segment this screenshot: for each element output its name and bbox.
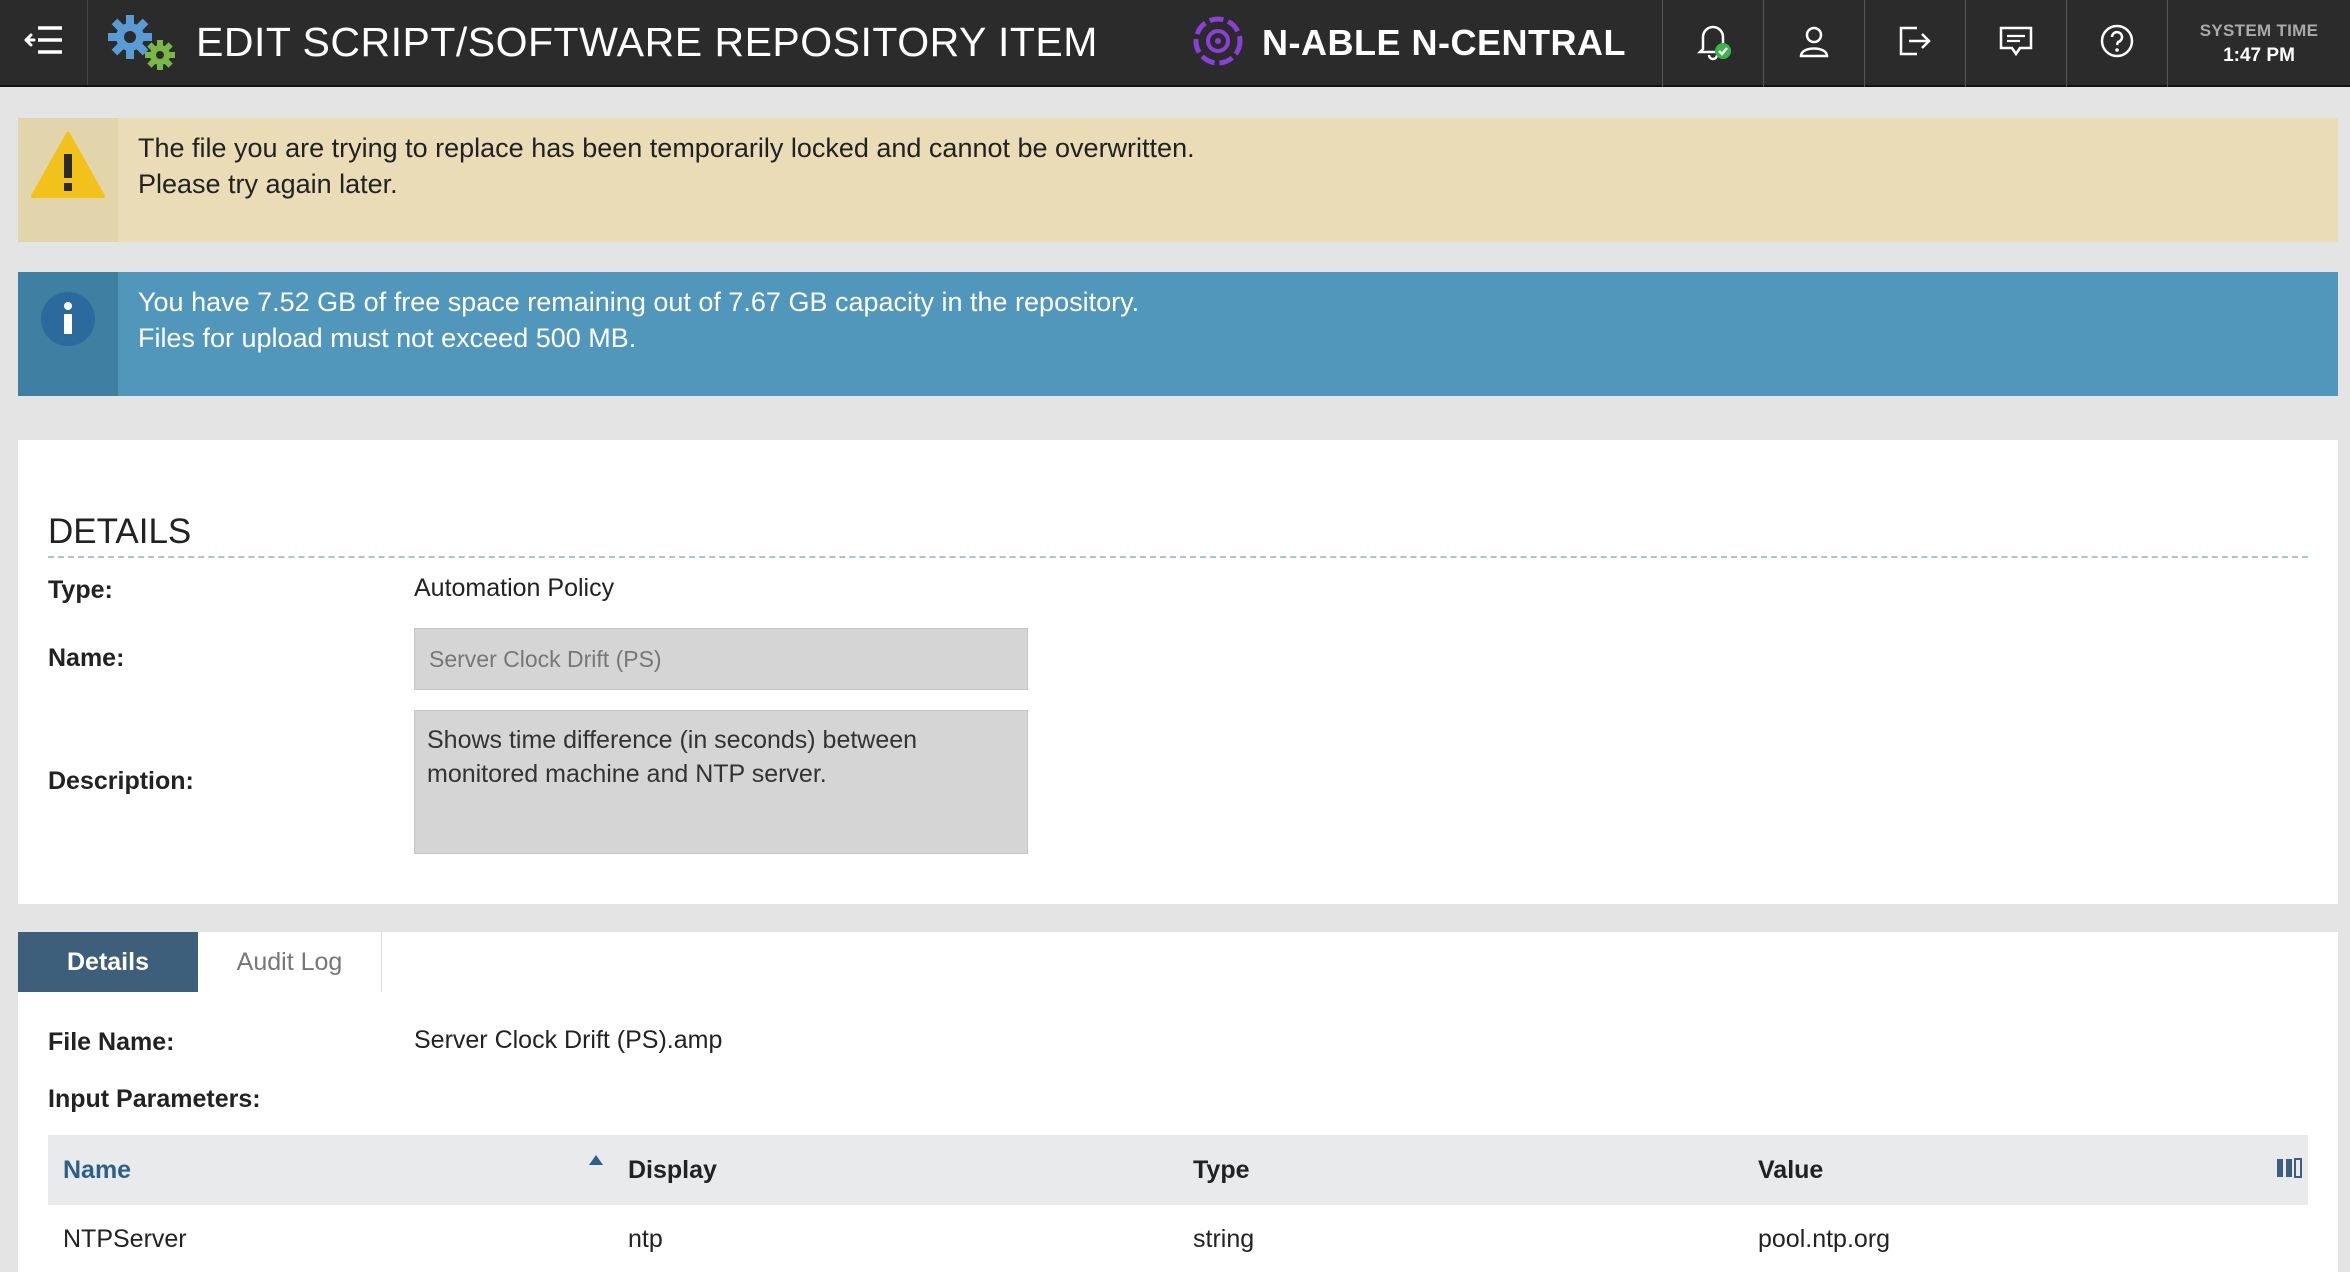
- brand-logo: N-ABLE N-CENTRAL: [1188, 10, 1626, 76]
- info-alert: You have 7.52 GB of free space remaining…: [18, 272, 2338, 396]
- table-row[interactable]: NTPServer ntp string pool.ntp.org: [48, 1205, 2308, 1272]
- type-label: Type:: [48, 576, 113, 604]
- tab-bar: Details Audit Log: [18, 932, 382, 992]
- feedback-icon: [1998, 24, 2034, 63]
- table-header: Name Display Type Value: [48, 1135, 2308, 1205]
- column-chooser-icon[interactable]: [2276, 1157, 2302, 1184]
- help-button[interactable]: [2066, 0, 2167, 87]
- input-parameters-table: Name Display Type Value NTPServer ntp st…: [48, 1135, 2308, 1272]
- help-icon: [2099, 23, 2135, 64]
- cell-type: string: [1193, 1225, 1255, 1253]
- info-icon: [39, 290, 97, 396]
- cell-name: NTPServer: [63, 1225, 187, 1253]
- user-icon: [1797, 24, 1831, 63]
- notifications-button[interactable]: [1662, 0, 1763, 87]
- brand-name: N-ABLE N-CENTRAL: [1262, 22, 1626, 63]
- column-header-value[interactable]: Value: [1758, 1156, 1823, 1185]
- info-message-line1: You have 7.52 GB of free space remaining…: [138, 287, 1140, 317]
- sort-ascending-icon[interactable]: [588, 1153, 604, 1171]
- details-section-title: DETAILS: [48, 512, 192, 551]
- column-header-display[interactable]: Display: [628, 1156, 717, 1185]
- name-field[interactable]: Server Clock Drift (PS): [414, 628, 1028, 690]
- info-message-line2: Files for upload must not exceed 500 MB.: [138, 323, 637, 353]
- description-label: Description:: [48, 767, 194, 795]
- column-header-name[interactable]: Name: [63, 1156, 131, 1185]
- warning-message-line2: Please try again later.: [138, 169, 398, 199]
- tab-audit-log[interactable]: Audit Log: [198, 932, 382, 992]
- feedback-button[interactable]: [1965, 0, 2066, 87]
- file-name-label: File Name:: [48, 1028, 175, 1056]
- cell-value: pool.ntp.org: [1758, 1225, 1891, 1253]
- warning-message-line1: The file you are trying to replace has b…: [138, 133, 1195, 163]
- notification-bell-icon: [1693, 21, 1733, 66]
- details-panel: DETAILS Type: Automation Policy Name: Se…: [18, 440, 2338, 904]
- column-header-type[interactable]: Type: [1193, 1156, 1250, 1185]
- warning-alert: The file you are trying to replace has b…: [18, 118, 2338, 242]
- logout-button[interactable]: [1864, 0, 1965, 87]
- cell-display: ntp: [628, 1225, 663, 1253]
- system-time: SYSTEM TIME 1:47 PM: [2167, 0, 2350, 87]
- user-profile-button[interactable]: [1763, 0, 1864, 87]
- name-label: Name:: [48, 644, 125, 672]
- input-parameters-label: Input Parameters:: [48, 1085, 261, 1113]
- menu-collapse-button[interactable]: [0, 0, 88, 85]
- menu-collapse-icon: [24, 23, 64, 62]
- n-able-logo-icon: [1188, 11, 1248, 76]
- type-value: Automation Policy: [414, 574, 615, 602]
- top-bar: EDIT SCRIPT/SOFTWARE REPOSITORY ITEM N-A…: [0, 0, 2350, 87]
- description-field[interactable]: Shows time difference (in seconds) betwe…: [414, 710, 1028, 854]
- section-divider: [48, 556, 2308, 558]
- logout-icon: [1897, 24, 1933, 63]
- file-name-value: Server Clock Drift (PS).amp: [414, 1026, 723, 1054]
- gears-icon: [106, 13, 182, 73]
- system-time-label: SYSTEM TIME: [2199, 20, 2319, 40]
- system-time-value: 1:47 PM: [2223, 44, 2295, 66]
- page-title: EDIT SCRIPT/SOFTWARE REPOSITORY ITEM: [196, 19, 1098, 65]
- file-details-panel: Details Audit Log File Name: Server Cloc…: [18, 932, 2338, 1272]
- warning-icon: [30, 130, 106, 242]
- tab-details[interactable]: Details: [18, 932, 198, 992]
